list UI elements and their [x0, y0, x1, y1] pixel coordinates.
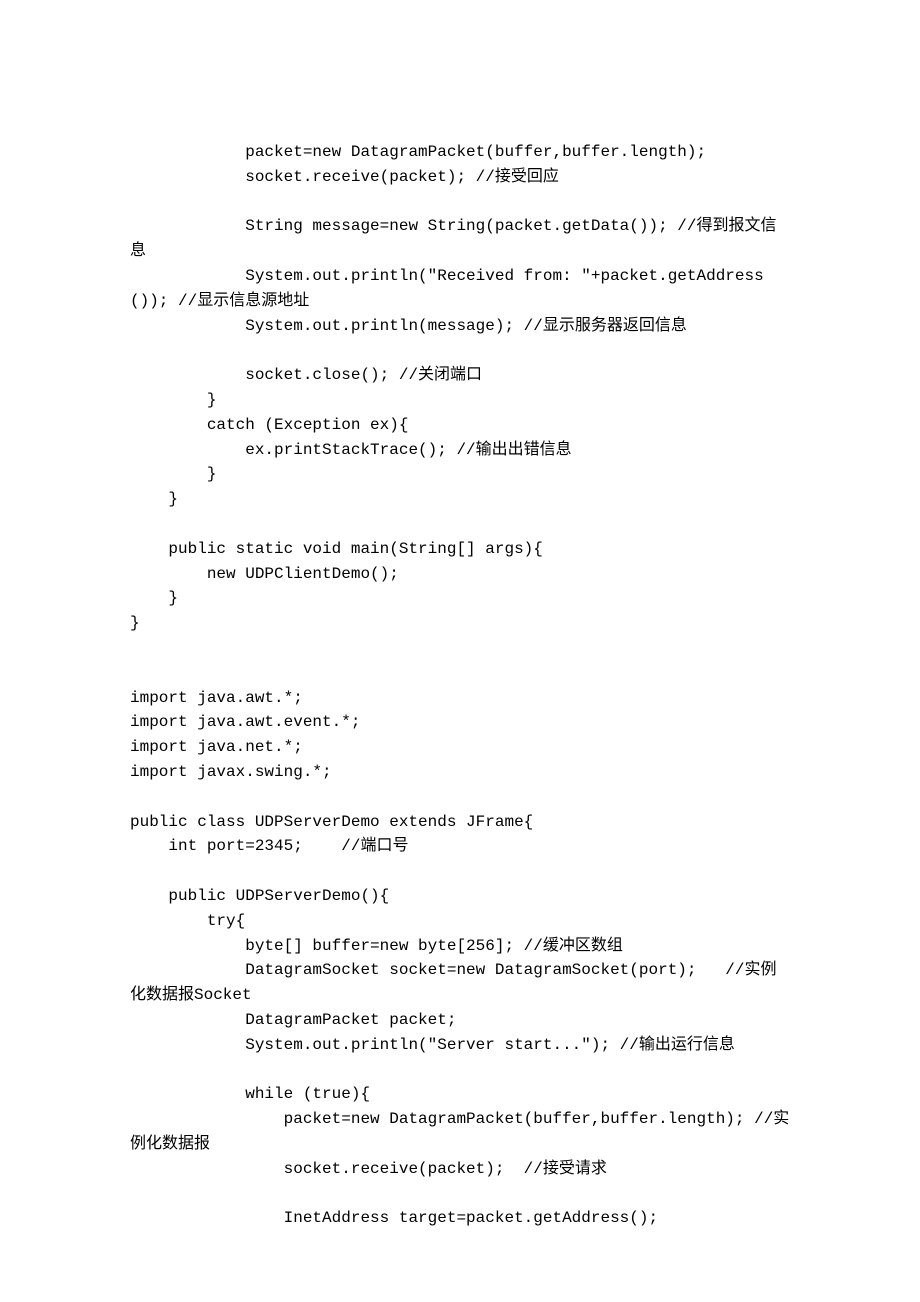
code-line: ex.printStackTrace(); //输出出错信息 [130, 441, 572, 459]
code-line: import java.awt.event.*; [130, 713, 360, 731]
code-line: } [130, 614, 140, 632]
code-line: byte[] buffer=new byte[256]; //缓冲区数组 [130, 937, 623, 955]
code-line: packet=new DatagramPacket(buffer,buffer.… [130, 143, 706, 161]
code-line: socket.close(); //关闭端口 [130, 366, 482, 384]
code-line: while (true){ [130, 1085, 370, 1103]
code-line: System.out.println(message); //显示服务器返回信息 [130, 317, 687, 335]
code-line: import java.awt.*; [130, 689, 303, 707]
code-line: DatagramPacket packet; [130, 1011, 456, 1029]
code-line: public UDPServerDemo(){ [130, 887, 389, 905]
code-line: packet=new DatagramPacket(buffer,buffer.… [130, 1110, 789, 1153]
code-line: } [130, 391, 216, 409]
code-line: import javax.swing.*; [130, 763, 332, 781]
code-line: InetAddress target=packet.getAddress(); [130, 1209, 658, 1227]
code-line: socket.receive(packet); //接受请求 [130, 1160, 607, 1178]
code-line: DatagramSocket socket=new DatagramSocket… [130, 961, 777, 1004]
code-line: catch (Exception ex){ [130, 416, 408, 434]
code-line: System.out.println("Server start..."); /… [130, 1036, 735, 1054]
document-page: packet=new DatagramPacket(buffer,buffer.… [0, 0, 920, 1302]
code-line: public static void main(String[] args){ [130, 540, 543, 558]
code-line: System.out.println("Received from: "+pac… [130, 267, 764, 310]
code-line: } [130, 589, 178, 607]
code-line: try{ [130, 912, 245, 930]
code-line: public class UDPServerDemo extends JFram… [130, 813, 533, 831]
code-line: new UDPClientDemo(); [130, 565, 399, 583]
code-line: import java.net.*; [130, 738, 303, 756]
code-line: } [130, 490, 178, 508]
code-line: int port=2345; //端口号 [130, 837, 408, 855]
code-line: socket.receive(packet); //接受回应 [130, 168, 559, 186]
code-line: } [130, 465, 216, 483]
code-line: String message=new String(packet.getData… [130, 217, 777, 260]
